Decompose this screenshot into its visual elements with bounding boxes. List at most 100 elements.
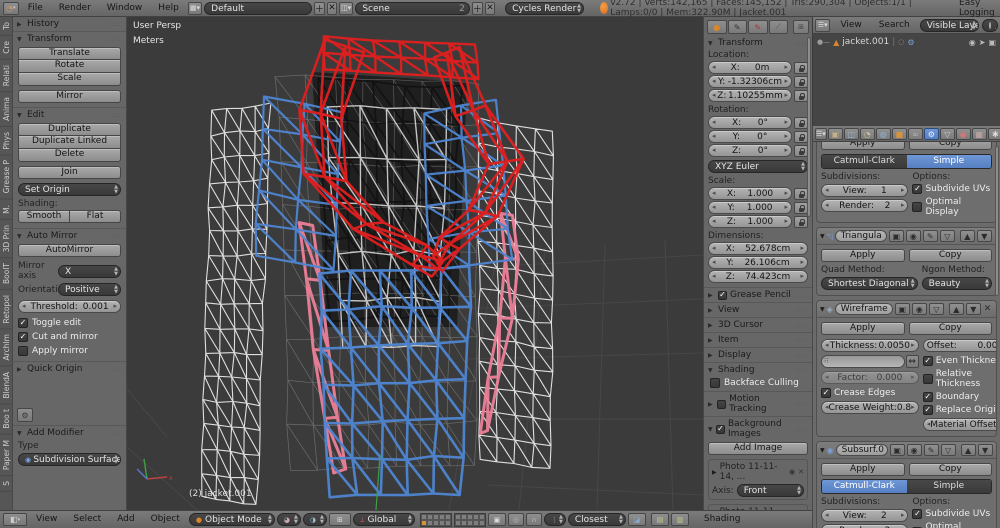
copy-button[interactable]: Copy [909, 142, 993, 150]
render-layers-tab-icon[interactable]: ◫ [844, 128, 859, 140]
properties-editor-type-icon[interactable]: ☰▾ [815, 128, 827, 140]
panel-3d-cursor[interactable]: ▶3D Cursor:::: [704, 317, 812, 332]
viewport-menu-object[interactable]: Object [144, 511, 187, 528]
delete-modifier-icon[interactable]: ✕ [984, 304, 992, 314]
add-image-button[interactable]: Add Image [708, 442, 808, 455]
panel-transform[interactable]: ▼Transform:::: [13, 31, 126, 46]
gp-erase-icon[interactable]: ⟋ [769, 20, 789, 34]
lock-icon[interactable] [794, 216, 808, 228]
delete-scene-button[interactable]: ✕ [485, 2, 495, 15]
bg-images-checkbox[interactable]: ✓ [716, 425, 725, 434]
menu-help[interactable]: Help [151, 0, 186, 17]
transform-orientation-dropdown[interactable]: ⟂Global▲▼ [353, 513, 415, 526]
copy-button[interactable]: Copy [909, 249, 993, 262]
orientation-dropdown[interactable]: Positive▲▼ [58, 283, 121, 296]
vertex-group-field[interactable]: ⁝⁝ [821, 355, 905, 368]
tab-create[interactable]: Cre [0, 36, 13, 60]
mode-dropdown[interactable]: ●Object Mode▲▼ [189, 513, 275, 526]
smooth-button[interactable]: Smooth [18, 210, 70, 223]
relative-thickness-checkbox[interactable] [923, 374, 933, 384]
lock-icon[interactable] [794, 188, 808, 200]
panel-shading[interactable]: ▼Shading:::: [704, 362, 812, 377]
close-icon[interactable]: ✕ [798, 468, 804, 476]
offset-slider[interactable]: Offset:0.0000 [923, 339, 997, 352]
outliner-search-input[interactable] [982, 19, 998, 32]
particles-tab-icon[interactable]: ✱ [988, 128, 1000, 140]
toggle-edit-checkbox[interactable]: ✓ [18, 318, 28, 328]
viewport-menu-select[interactable]: Select [66, 511, 108, 528]
lock-to-scene-icon[interactable]: ▣ [488, 513, 506, 526]
lock-icon[interactable] [794, 131, 808, 143]
duplicate-linked-button[interactable]: Duplicate Linked [18, 136, 121, 149]
mirror-axis-dropdown[interactable]: X▲▼ [58, 265, 121, 278]
bg-axis-dropdown[interactable]: Front▲▼ [737, 484, 804, 497]
flat-button[interactable]: Flat [70, 210, 121, 223]
layout-icon[interactable]: ▦▾ [188, 2, 202, 15]
snap-magnet-icon[interactable]: ∩ [526, 513, 542, 526]
restrict-view-icon[interactable]: ◉ [969, 38, 976, 47]
move-down-icon[interactable]: ▼ [977, 230, 992, 242]
tab-blendall[interactable]: BlendA [0, 367, 13, 405]
replace-original-checkbox[interactable]: ✓ [923, 405, 933, 415]
set-origin-dropdown[interactable]: Set Origin▲▼ [18, 183, 121, 196]
menu-file[interactable]: File [21, 0, 50, 17]
editor-type-icon[interactable]: ◔▾ [3, 2, 19, 15]
orientation-widget-icon[interactable]: ⊞ [329, 513, 351, 526]
delete-layout-button[interactable]: ✕ [327, 2, 337, 15]
material-tab-icon[interactable]: ● [956, 128, 971, 140]
viewport-3d[interactable]: x User Persp Meters (2) jacket.001 [127, 17, 703, 510]
rotation-mode-dropdown[interactable]: XYZ Euler▲▼ [708, 160, 808, 173]
move-up-icon[interactable]: ▲ [960, 230, 975, 242]
subdivide-uvs-checkbox[interactable]: ✓ [912, 509, 922, 519]
modifiers-tab-icon[interactable]: ⚙ [924, 128, 939, 140]
scene-dropdown[interactable]: Scene2 [355, 2, 470, 15]
optimal-display-checkbox[interactable] [912, 202, 922, 212]
lock-icon[interactable] [794, 202, 808, 214]
scene-icon[interactable]: ◫▾ [339, 2, 353, 15]
panel-auto-mirror[interactable]: ▼Auto Mirror:::: [13, 228, 126, 243]
scale-button[interactable]: Scale [18, 73, 121, 86]
render-engine-dropdown[interactable]: Cycles Render▲▼ [505, 2, 584, 15]
move-down-icon[interactable]: ▼ [966, 303, 981, 315]
render-visibility-icon[interactable]: ▣ [889, 230, 904, 242]
boundary-checkbox[interactable]: ✓ [923, 392, 933, 402]
apply-button[interactable]: Apply [821, 322, 905, 335]
restrict-select-icon[interactable]: ➤ [979, 38, 986, 47]
subdiv-render-slider[interactable]: ◂Render:2▸ [821, 199, 908, 212]
panel-item[interactable]: ▶Item:::: [704, 332, 812, 347]
world-tab-icon[interactable]: ◍ [876, 128, 891, 140]
panel-view[interactable]: ▶View:::: [704, 302, 812, 317]
modifier-name-field[interactable]: Wireframe [835, 303, 893, 315]
gp-line-icon[interactable]: ✎ [748, 20, 768, 34]
render-visibility-icon[interactable]: ▣ [895, 303, 910, 315]
simple-toggle[interactable]: Simple [907, 155, 992, 168]
snap-target-dropdown[interactable]: Closest▲▼ [568, 513, 626, 526]
panel-quick-origin[interactable]: ▶Quick Origin:::: [13, 361, 126, 376]
outliner-item-jacket[interactable]: ●— ▲ jacket.001 | ◌ ⚙ ◉ ➤ ▣ [813, 34, 1000, 50]
viewport-menu-add[interactable]: Add [110, 511, 141, 528]
lock-icon[interactable] [794, 145, 808, 157]
tab-3d-printing[interactable]: 3D Prin [0, 220, 13, 258]
invert-vgroup-icon[interactable]: ⇔ [906, 355, 919, 368]
threshold-slider[interactable]: ◂Threshold:0.001▸ [18, 300, 121, 313]
texture-tab-icon[interactable]: ▦ [972, 128, 987, 140]
viewport-menu-view[interactable]: View [29, 511, 64, 528]
rot-y-field[interactable]: ◂Y:0°▸ [708, 130, 792, 143]
automirror-button[interactable]: AutoMirror [18, 244, 121, 257]
tab-archimesh[interactable]: ArchIm [0, 329, 13, 366]
render-opengl-icon[interactable]: ▤ [651, 513, 669, 526]
thickness-slider[interactable]: ◂Thickness:0.0050▸ [821, 339, 919, 352]
viewport-visibility-icon[interactable]: ◉ [907, 444, 922, 456]
tab-relations[interactable]: Relati [0, 60, 13, 92]
subdiv-view-slider[interactable]: ◂View:1▸ [821, 184, 908, 197]
move-up-icon[interactable]: ▲ [949, 303, 964, 315]
add-scene-button[interactable]: ＋ [472, 2, 483, 15]
snap-peel-icon[interactable]: ◪ [628, 513, 646, 526]
rot-z-field[interactable]: ◂Z:0°▸ [708, 144, 792, 157]
modifier-name-field[interactable]: Triangula [835, 230, 887, 242]
outliner-filter-dropdown[interactable]: Visible Layers▲▼ [920, 19, 979, 32]
cage-icon[interactable]: ▽ [941, 444, 956, 456]
gp-object-icon[interactable]: ● [707, 20, 727, 34]
scene-tab-icon[interactable]: ◔ [860, 128, 875, 140]
proportional-edit-icon[interactable]: ◎ [508, 513, 524, 526]
